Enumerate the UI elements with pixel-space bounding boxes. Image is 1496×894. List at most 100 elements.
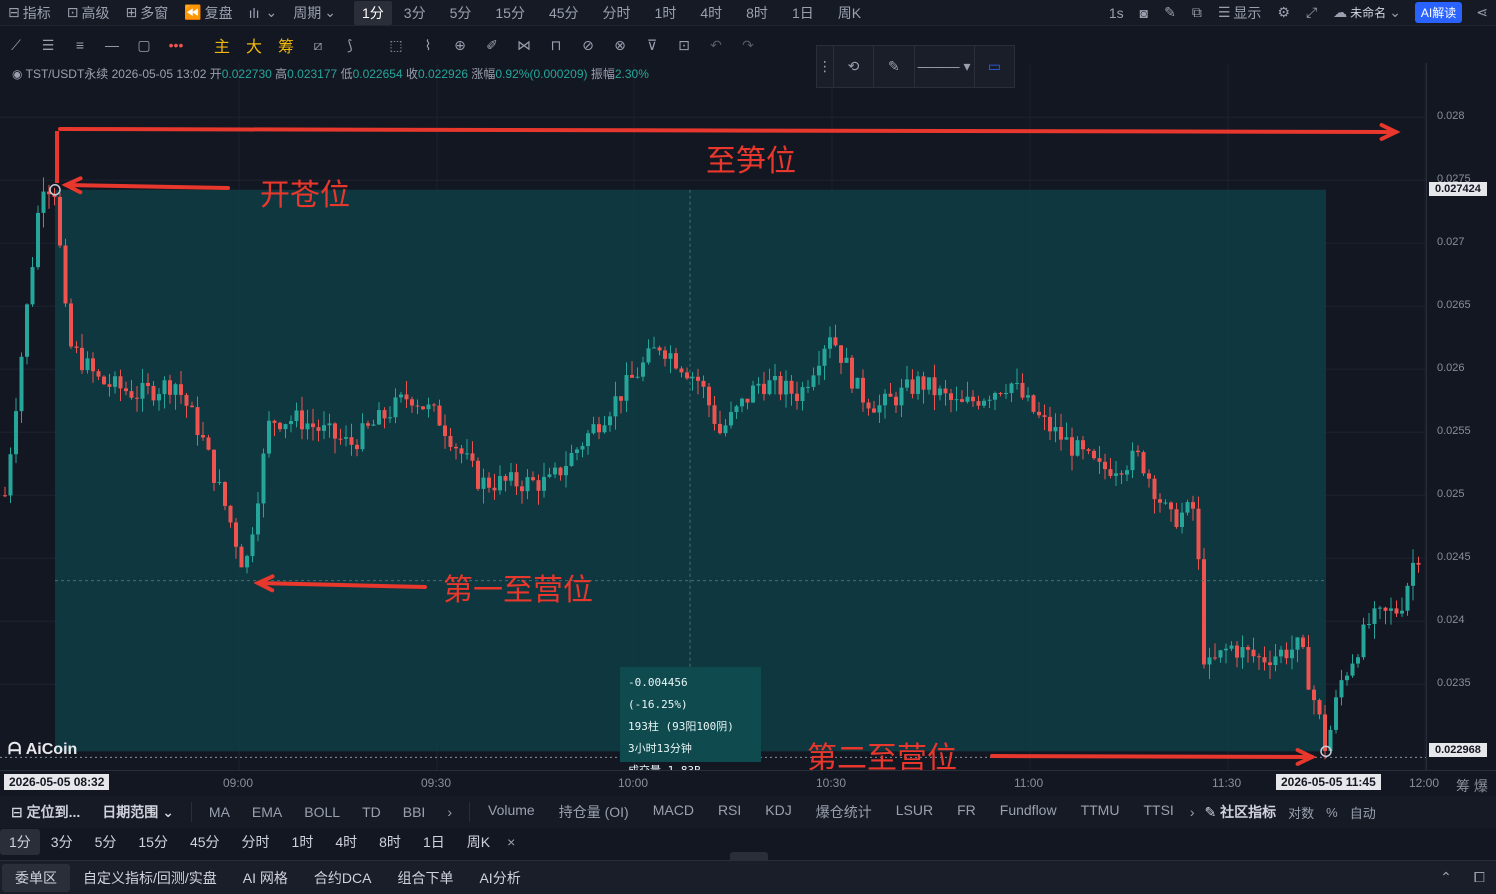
timeframe-tab-2[interactable]: 5分: [438, 3, 484, 23]
timeframe-tab-1[interactable]: 3分: [392, 3, 438, 23]
trash-icon[interactable]: ⊡: [668, 29, 700, 61]
bottom-tab-3[interactable]: 合约DCA: [301, 864, 385, 892]
tf-bar-item-5[interactable]: 分时: [231, 829, 281, 855]
edit-icon[interactable]: ✎: [1156, 4, 1184, 21]
line-style-select[interactable]: ——— ▾: [915, 46, 975, 87]
chevron-right-icon[interactable]: ›: [1186, 804, 1199, 820]
liquidation-icon[interactable]: 爆: [1474, 778, 1488, 794]
main-indicator-1[interactable]: EMA: [241, 804, 293, 820]
timeframe-tab-8[interactable]: 8时: [734, 3, 780, 23]
panel-collapse-handle[interactable]: [730, 852, 768, 860]
pen-color-icon[interactable]: ✎: [874, 46, 915, 87]
fullscreen-icon[interactable]: ⤢: [1298, 4, 1325, 21]
tf-bar-item-7[interactable]: 4时: [324, 829, 368, 855]
timeframe-tab-5[interactable]: 分时: [591, 3, 643, 23]
main-indicator-0[interactable]: MA: [198, 804, 241, 820]
topbar-item-5[interactable]: 周期 ⌄: [285, 3, 344, 23]
price-axis[interactable]: 0.028 0.0275 0.027 0.0265 0.026 0.0255 0.025 0.…: [1426, 63, 1496, 770]
main-force-tool[interactable]: 主: [206, 29, 238, 61]
tf-bar-item-4[interactable]: 45分: [179, 829, 231, 855]
sub-indicator-8[interactable]: Fundflow: [988, 802, 1069, 822]
tf-bar-item-6[interactable]: 1时: [281, 829, 325, 855]
sub-indicator-1[interactable]: 持仓量 (OI): [547, 802, 641, 822]
topbar-item-3[interactable]: ⏪ 复盘: [176, 3, 240, 23]
sub-indicator-10[interactable]: TTSI: [1131, 802, 1185, 822]
topbar-item-4[interactable]: ılı ⌄: [241, 4, 286, 21]
main-indicator-3[interactable]: TD: [351, 804, 392, 820]
chip-icon[interactable]: 筹: [1456, 778, 1474, 794]
tf-bar-item-8[interactable]: 8时: [368, 829, 412, 855]
link-icon[interactable]: ⊗: [604, 29, 636, 61]
timeframe-tab-6[interactable]: 1时: [643, 3, 689, 23]
sub-indicator-9[interactable]: TTMU: [1069, 802, 1132, 822]
big-order-tool[interactable]: 大: [238, 29, 270, 61]
eye-icon[interactable]: ⊘: [572, 29, 604, 61]
sub-indicator-3[interactable]: RSI: [706, 802, 753, 822]
tf-bar-item-0[interactable]: 1分: [0, 829, 40, 855]
main-indicator-4[interactable]: BBI: [392, 804, 437, 820]
text-icon[interactable]: ▭: [975, 46, 1014, 87]
topbar-item-1[interactable]: ⊡ 高级: [59, 3, 118, 23]
sub-indicator-0[interactable]: Volume: [476, 802, 547, 822]
bottom-tab-5[interactable]: AI分析: [466, 864, 533, 892]
share-icon[interactable]: ⋖: [1468, 4, 1496, 21]
ruler-icon[interactable]: ⌇: [412, 29, 444, 61]
more-icon[interactable]: •••: [160, 29, 192, 61]
tf-bar-item-1[interactable]: 3分: [40, 829, 84, 855]
bottom-tab-1[interactable]: 自定义指标/回测/实盘: [70, 864, 230, 892]
close-icon[interactable]: ×: [501, 834, 521, 850]
rectangle-icon[interactable]: ▢: [128, 29, 160, 61]
chip-tool[interactable]: 筹: [270, 29, 302, 61]
sub-indicator-2[interactable]: MACD: [641, 802, 706, 822]
sub-indicator-7[interactable]: FR: [945, 802, 988, 822]
parallel-lines-icon[interactable]: ☰: [32, 29, 64, 61]
interval-selector[interactable]: 1s: [1101, 5, 1132, 21]
bottom-tab-2[interactable]: AI 网格: [230, 864, 301, 892]
window-icon[interactable]: ⧉: [1184, 4, 1210, 21]
topbar-item-2[interactable]: ⊞ 多窗: [117, 3, 176, 23]
sub-indicator-5[interactable]: 爆仓统计: [804, 802, 884, 822]
cursor-icon[interactable]: ⬚: [380, 29, 412, 61]
topbar-item-0[interactable]: ⊟ 指标: [0, 3, 59, 23]
line-tool-icon[interactable]: ⟋: [0, 29, 32, 61]
timeframe-tab-10[interactable]: 周K: [826, 3, 873, 23]
bottom-tab-0[interactable]: 委单区: [2, 863, 70, 892]
eye-icon[interactable]: ◉: [12, 67, 22, 81]
settings-icon[interactable]: ⚙: [1269, 4, 1298, 21]
camera-icon[interactable]: ◙: [1132, 5, 1156, 21]
tf-bar-item-3[interactable]: 15分: [127, 829, 179, 855]
timeframe-tab-7[interactable]: 4时: [688, 3, 734, 23]
locate-button[interactable]: ⊟ 定位到...: [0, 802, 91, 822]
lock-icon[interactable]: ⊓: [540, 29, 572, 61]
display-button[interactable]: ☰ 显示: [1210, 3, 1270, 23]
timeframe-tab-9[interactable]: 1日: [780, 3, 826, 23]
pencil-icon[interactable]: ✐: [476, 29, 508, 61]
ai-interpret-button[interactable]: AI解读: [1414, 2, 1463, 23]
horizontal-lines-icon[interactable]: ≡: [64, 29, 96, 61]
chevron-right-icon[interactable]: ›: [436, 804, 463, 820]
measure-icon[interactable]: ⧄: [302, 29, 334, 61]
layout-name-button[interactable]: ☁ 未命名 ⌄: [1325, 4, 1409, 21]
pattern-icon[interactable]: ⋈: [508, 29, 540, 61]
popout-icon[interactable]: ⧠: [1463, 869, 1496, 886]
chevron-up-icon[interactable]: ⌃: [1429, 869, 1463, 886]
tf-bar-item-2[interactable]: 5分: [84, 829, 128, 855]
brush-icon[interactable]: ⟆: [334, 29, 366, 61]
tf-bar-item-9[interactable]: 1日: [412, 829, 456, 855]
percent-toggle[interactable]: %: [1320, 805, 1344, 820]
date-range-button[interactable]: 日期范围 ⌄: [91, 802, 185, 822]
time-axis[interactable]: 09:00 09:30 10:00 10:30 11:00 11:30 12:00 2026-…: [0, 770, 1496, 795]
community-indicator-button[interactable]: ✎ 社区指标: [1198, 802, 1282, 822]
drag-handle-icon[interactable]: ⋮: [817, 46, 834, 87]
main-indicator-2[interactable]: BOLL: [293, 804, 351, 820]
sub-indicator-6[interactable]: LSUR: [884, 802, 945, 822]
ray-icon[interactable]: —: [96, 29, 128, 61]
sub-indicator-4[interactable]: KDJ: [753, 802, 803, 822]
tf-bar-item-10[interactable]: 周K: [456, 829, 501, 855]
filter-icon[interactable]: ⊽: [636, 29, 668, 61]
axis-controls[interactable]: 筹 爆: [1456, 776, 1488, 796]
timeframe-tab-3[interactable]: 15分: [483, 3, 537, 23]
log-scale-toggle[interactable]: 对数: [1282, 803, 1320, 822]
zoom-icon[interactable]: ⊕: [444, 29, 476, 61]
template-icon[interactable]: ⟲: [834, 46, 875, 87]
